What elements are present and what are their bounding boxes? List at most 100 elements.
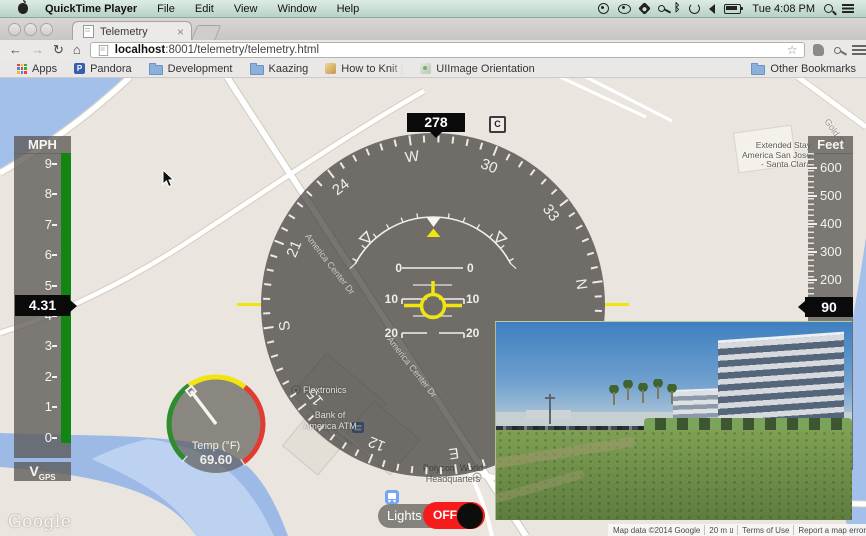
- temperature-readout: Temp (°F) 69.60: [166, 440, 266, 467]
- bookmark-label: Development: [167, 62, 233, 75]
- battery-icon[interactable]: [724, 3, 744, 14]
- bookmark-label: Pandora: [90, 62, 132, 75]
- spotlight-icon[interactable]: [824, 4, 833, 13]
- pandora-icon: P: [74, 63, 86, 74]
- browser-menu-icon[interactable]: [852, 45, 866, 55]
- map-label-hotel: Extended Stay America San Jose - Santa Cla…: [742, 140, 811, 169]
- pitch-label-0-right: 0: [467, 261, 474, 275]
- menu-file[interactable]: File: [157, 3, 175, 15]
- palm-tree: [652, 379, 664, 399]
- temperature-value: 69.60: [199, 452, 233, 467]
- bookmark-how-to-knit[interactable]: How to Knit | Knittin: [320, 63, 403, 75]
- tab-title: Telemetry: [100, 25, 148, 38]
- bluetooth-icon[interactable]: ᛒ: [674, 3, 681, 14]
- compass-point-N: N: [571, 277, 591, 291]
- camera-icon[interactable]: [617, 3, 631, 14]
- bookmarks-bar: Apps P Pandora Development Kaazing How t…: [0, 60, 866, 78]
- heading-value-tag: 278: [407, 113, 465, 138]
- menu-clock[interactable]: Tue 4:08 PM: [752, 3, 815, 15]
- drone-video-feed: [495, 321, 852, 520]
- refresh-button[interactable]: ↻: [53, 43, 64, 57]
- google-watermark[interactable]: Google: [8, 512, 71, 532]
- pitch-label-20-left: 20: [384, 326, 398, 340]
- uiimage-site-icon: [420, 63, 432, 74]
- map-scale-label: 20 m: [709, 525, 728, 535]
- home-button[interactable]: ⌂: [73, 43, 81, 57]
- url-bar[interactable]: localhost:8001/telemetry/telemetry.html …: [89, 42, 805, 58]
- other-bookmarks-label: Other Bookmarks: [770, 62, 856, 75]
- video-crane: [546, 394, 554, 424]
- bookmark-uiimage[interactable]: UIImage Orientation: [415, 62, 535, 75]
- bookmark-kaazing-folder[interactable]: Kaazing: [245, 62, 308, 75]
- notification-center-icon[interactable]: [842, 4, 854, 13]
- volume-icon[interactable]: [709, 3, 716, 14]
- video-grass-field: [496, 430, 852, 520]
- tab-favicon: [83, 25, 94, 38]
- bookmark-apps[interactable]: Apps: [12, 63, 57, 75]
- browser-tab[interactable]: Telemetry ×: [72, 21, 192, 41]
- menu-edit[interactable]: Edit: [195, 3, 214, 15]
- browser-tab-bar: Telemetry ×: [0, 17, 866, 41]
- record-icon[interactable]: [597, 3, 609, 14]
- folder-icon: [751, 62, 766, 75]
- mouse-cursor: [162, 169, 175, 188]
- palm-tree: [637, 383, 649, 403]
- bookmark-label: How to Knit | Knittin: [341, 62, 404, 75]
- report-map-error-link[interactable]: Report a map error: [798, 526, 866, 535]
- pitch-label-10-left: 10: [384, 292, 398, 306]
- map-scale-bar: [730, 527, 734, 533]
- compass-point-E: E: [447, 443, 460, 463]
- compass-point-12: 12: [366, 432, 388, 455]
- apps-grid-icon: [17, 63, 27, 74]
- pitch-label-20-right: 20: [466, 326, 480, 340]
- menu-view[interactable]: View: [234, 3, 258, 15]
- palm-tree: [666, 384, 678, 404]
- altitude-value-tag: 90: [798, 297, 853, 317]
- map-attribution: Map data ©2014 Google 20 m Terms of Use …: [608, 524, 866, 536]
- key-icon[interactable]: [657, 5, 665, 12]
- window-zoom-button[interactable]: [40, 23, 53, 36]
- url-domain: localhost: [114, 44, 166, 56]
- compass-point-30: 30: [478, 155, 500, 178]
- bookmark-label: Apps: [32, 62, 58, 75]
- menu-help[interactable]: Help: [337, 3, 360, 15]
- pinwheel-icon[interactable]: [637, 2, 651, 15]
- bookmark-pandora[interactable]: P Pandora: [69, 63, 132, 75]
- menu-window[interactable]: Window: [277, 3, 316, 15]
- window-minimize-button[interactable]: [24, 23, 37, 36]
- speed-gauge-source: VGPS: [14, 462, 71, 482]
- evernote-extension-icon[interactable]: [812, 44, 825, 56]
- speed-gauge-title: MPH: [14, 136, 71, 154]
- window-close-button[interactable]: [8, 23, 21, 36]
- terms-of-use-link[interactable]: Terms of Use: [742, 526, 789, 535]
- palm-tree: [608, 385, 620, 405]
- lights-toggle-knob[interactable]: [457, 503, 483, 529]
- apple-menu-icon[interactable]: [18, 0, 28, 14]
- url-path: :8001/telemetry/telemetry.html: [165, 44, 320, 56]
- url-page-icon: [98, 44, 108, 56]
- tab-close-icon[interactable]: ×: [177, 25, 184, 39]
- bookmark-star-icon[interactable]: ☆: [787, 44, 798, 56]
- compass-calibrate-button[interactable]: C: [489, 116, 506, 133]
- password-extension-icon[interactable]: [834, 46, 842, 54]
- speed-value-tag: 4.31: [15, 295, 77, 316]
- back-button[interactable]: ←: [9, 43, 22, 57]
- bookmark-label: UIImage Orientation: [436, 62, 535, 75]
- compass-point-W: W: [403, 147, 421, 167]
- compass-point-15: 15: [303, 385, 328, 409]
- menu-app-name[interactable]: QuickTime Player: [45, 3, 137, 15]
- altitude-gauge-title: Feet: [808, 136, 853, 154]
- palm-tree: [622, 380, 634, 400]
- new-tab-button[interactable]: [190, 25, 222, 41]
- compass-point-24: 24: [329, 175, 353, 200]
- forward-button[interactable]: →: [31, 43, 44, 57]
- other-bookmarks[interactable]: Other Bookmarks: [746, 62, 856, 75]
- screen: QuickTime Player File Edit View Window H…: [0, 0, 866, 536]
- knit-site-icon: [325, 63, 337, 74]
- folder-icon: [148, 62, 163, 75]
- compass-point-33: 33: [538, 201, 563, 225]
- bookmark-development-folder[interactable]: Development: [144, 62, 233, 75]
- compass-point-S: S: [275, 319, 295, 332]
- compass-point-21: 21: [283, 238, 306, 260]
- airplay-icon[interactable]: [689, 3, 701, 14]
